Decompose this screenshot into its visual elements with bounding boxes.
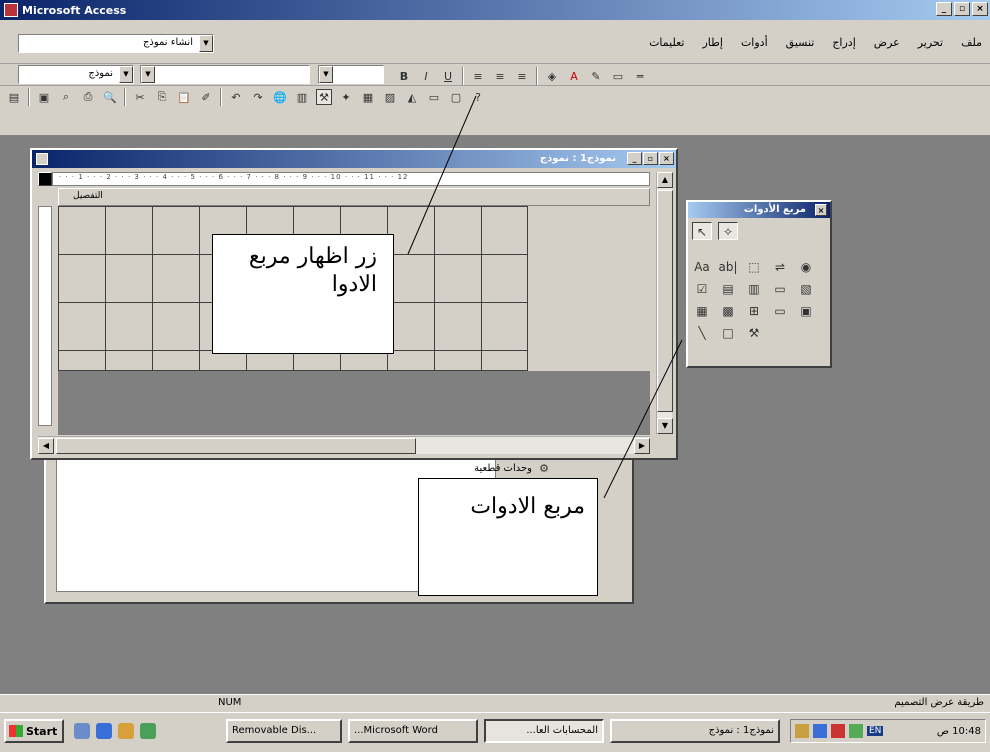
start-button[interactable]: Start — [4, 719, 64, 743]
system-tray: EN 10:48 ص — [790, 719, 986, 743]
windows-logo-icon — [9, 725, 23, 737]
network-icon[interactable] — [813, 724, 827, 738]
callout-lines — [407, 95, 683, 499]
num-lock-indicator: NUM — [218, 697, 242, 708]
speaker-icon[interactable] — [795, 724, 809, 738]
callout-line-toolbox-button — [407, 95, 477, 255]
task-removable-disk[interactable]: Removable Dis... — [226, 719, 342, 743]
callout-line-toolbox-box — [603, 339, 683, 499]
taskbar: Start Removable Dis... ...Microsoft Word… — [0, 712, 990, 752]
callout-toolbox-box: مربع الادوات — [418, 478, 598, 596]
view-mode-status: طريقة عرض التصميم — [894, 697, 984, 708]
quick-launch — [74, 723, 156, 739]
status-bar: NUM طريقة عرض التصميم — [0, 694, 990, 712]
browser-icon[interactable] — [96, 723, 112, 739]
task-microsoft-word[interactable]: ...Microsoft Word — [348, 719, 478, 743]
desktop-icon[interactable] — [74, 723, 90, 739]
update-icon[interactable] — [849, 724, 863, 738]
task-access-database[interactable]: المحسابات العا... — [484, 719, 604, 743]
antivirus-icon[interactable] — [831, 724, 845, 738]
app-icon[interactable] — [140, 723, 156, 739]
media-icon[interactable] — [118, 723, 134, 739]
task-form-window[interactable]: نموذج1 : نموذج — [610, 719, 780, 743]
clock: 10:48 ص — [936, 725, 981, 737]
language-indicator[interactable]: EN — [867, 726, 884, 736]
callout-toolbox-button: زر اظهار مربع الادوا — [212, 234, 394, 354]
